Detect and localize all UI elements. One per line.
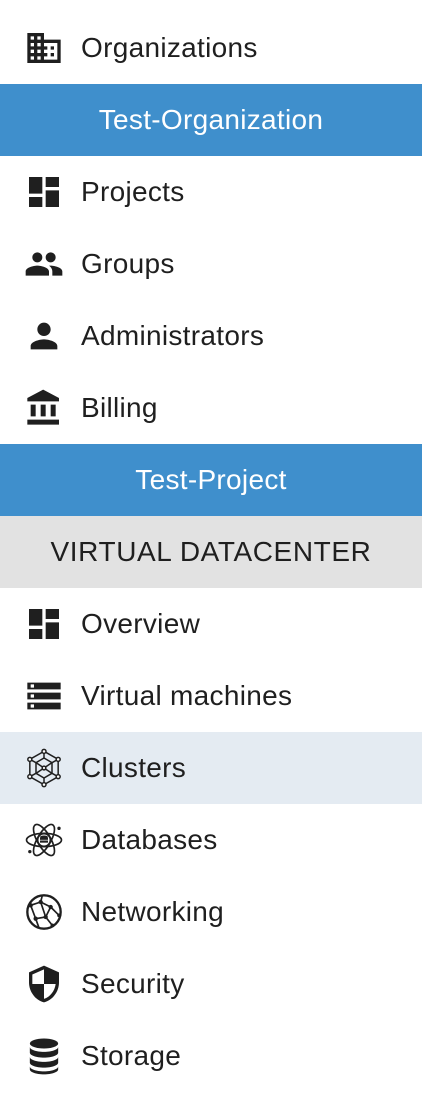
database-atom-icon [22,818,66,862]
person-icon [22,314,66,358]
nav-label: Databases [81,824,218,855]
nav-item-clusters[interactable]: Clusters [0,732,422,804]
people-icon [22,242,66,286]
storage-icon [22,1034,66,1078]
section-header-virtual-datacenter: VIRTUAL DATACENTER [0,516,422,588]
nav-item-administrators[interactable]: Administrators [0,300,422,372]
nav-label: Security [81,968,185,999]
nav-label: Overview [81,608,201,639]
nav-item-security[interactable]: Security [0,948,422,1020]
nav-label: Virtual machines [81,680,293,711]
dashboard-icon [22,602,66,646]
nav-item-storage[interactable]: Storage [0,1020,422,1092]
nav-item-overview[interactable]: Overview [0,588,422,660]
project-header[interactable]: Test-Project [0,444,422,516]
nav-label: Groups [81,248,175,279]
nav-label: Projects [81,176,185,207]
nav-item-databases[interactable]: Databases [0,804,422,876]
building-icon [22,26,66,70]
nav-item-organizations[interactable]: Organizations [0,0,422,84]
nav-item-virtual-machines[interactable]: Virtual machines [0,660,422,732]
nav-label: Billing [81,392,158,423]
nav-label: Networking [81,896,225,927]
server-icon [22,674,66,718]
bank-icon [22,386,66,430]
nav-label: Organizations [81,32,258,63]
nav-item-projects[interactable]: Projects [0,156,422,228]
shield-icon [22,962,66,1006]
dashboard-icon [22,170,66,214]
nav-item-billing[interactable]: Billing [0,372,422,444]
nav-item-groups[interactable]: Groups [0,228,422,300]
network-globe-icon [22,890,66,934]
nav-label: Clusters [81,752,187,783]
nav-label: Storage [81,1040,182,1071]
cluster-icon [22,746,66,790]
side-navigation: Organizations Test-Organization Projects… [0,0,422,1108]
nav-item-networking[interactable]: Networking [0,876,422,948]
nav-label: Administrators [81,320,265,351]
organization-header[interactable]: Test-Organization [0,84,422,156]
